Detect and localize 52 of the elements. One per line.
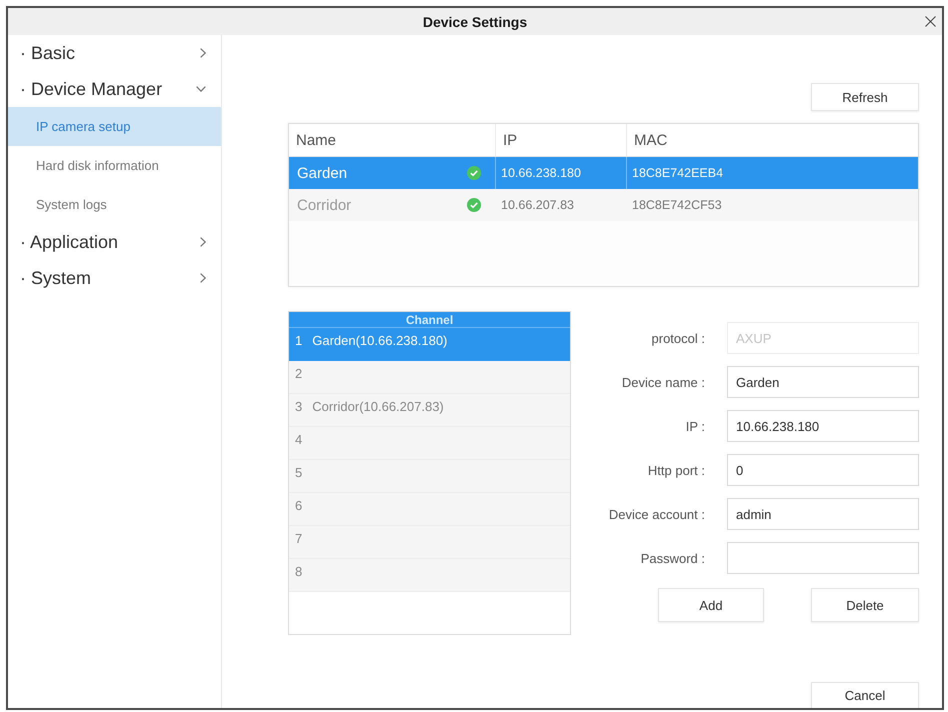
refresh-button[interactable]: Refresh — [811, 83, 919, 111]
channel-row[interactable]: 6 — [289, 493, 570, 526]
channel-row[interactable]: 7 — [289, 526, 570, 559]
add-button[interactable]: Add — [658, 588, 764, 622]
column-header: Name — [295, 130, 338, 150]
window-title: Device Settings — [422, 14, 528, 30]
input-field[interactable]: 10.66.238.180 — [727, 410, 919, 442]
field-label: protocol : — [652, 330, 705, 346]
table-cell: Corridor — [297, 196, 352, 214]
sidebar-item[interactable]: Hard disk information — [8, 146, 221, 185]
list-header: Channel — [289, 312, 570, 328]
channel-number: 2 — [295, 366, 302, 381]
input-field[interactable] — [727, 542, 919, 574]
cancel-button[interactable]: Cancel — [811, 682, 919, 708]
input-field[interactable]: Garden — [727, 366, 919, 398]
table-row[interactable]: Corridor 10.66.207.83 18C8E742CF53 — [289, 189, 918, 221]
channel-row[interactable]: 1 Garden(10.66.238.180) — [289, 328, 570, 361]
field-label: Password : — [640, 550, 705, 566]
channel-number: 8 — [295, 564, 302, 579]
table-cell-text: 18C8E742CF53 — [631, 197, 723, 214]
delete-button[interactable]: Delete — [811, 588, 919, 622]
close-icon[interactable] — [925, 16, 936, 27]
channel-device: Corridor(10.66.207.83) — [312, 399, 444, 414]
channel-row[interactable]: 2 — [289, 361, 570, 394]
channel-number: 5 — [295, 465, 302, 480]
field-label: Device account : — [608, 506, 705, 522]
input-field[interactable]: 0 — [727, 454, 919, 486]
sidebar-section[interactable]: · Device Manager — [8, 71, 221, 107]
column-header: IP — [495, 124, 626, 156]
table-cell-text: 10.66.207.83 — [500, 197, 575, 214]
input-field[interactable]: admin — [727, 498, 919, 530]
channel-row[interactable]: 5 — [289, 460, 570, 493]
channel-number: 6 — [295, 498, 302, 513]
channel-device: Garden(10.66.238.180) — [312, 333, 448, 348]
table-cell: Garden — [297, 164, 348, 182]
channel-number: 7 — [295, 531, 302, 546]
channel-number: 1 — [295, 333, 302, 348]
channel-number: 3 — [295, 399, 302, 414]
channel-row[interactable]: 3 Corridor(10.66.207.83) — [289, 394, 570, 427]
sidebar-section[interactable]: · Basic — [8, 35, 221, 71]
sidebar-section[interactable]: · Application — [8, 224, 221, 260]
column-header: MAC — [626, 124, 918, 156]
table-row[interactable]: Garden 10.66.238.180 18C8E742EEB4 — [289, 157, 918, 189]
field-label: Device name : — [622, 374, 705, 390]
sidebar-item[interactable]: IP camera setup — [8, 107, 221, 146]
field-label: IP : — [686, 418, 705, 434]
channel-row[interactable]: 4 — [289, 427, 570, 460]
sidebar-section[interactable]: · System — [8, 260, 221, 296]
field-label: Http port : — [648, 462, 705, 478]
sidebar-item[interactable]: System logs — [8, 185, 221, 224]
channel-row[interactable]: 8 — [289, 559, 570, 592]
channel-number: 4 — [295, 432, 302, 447]
